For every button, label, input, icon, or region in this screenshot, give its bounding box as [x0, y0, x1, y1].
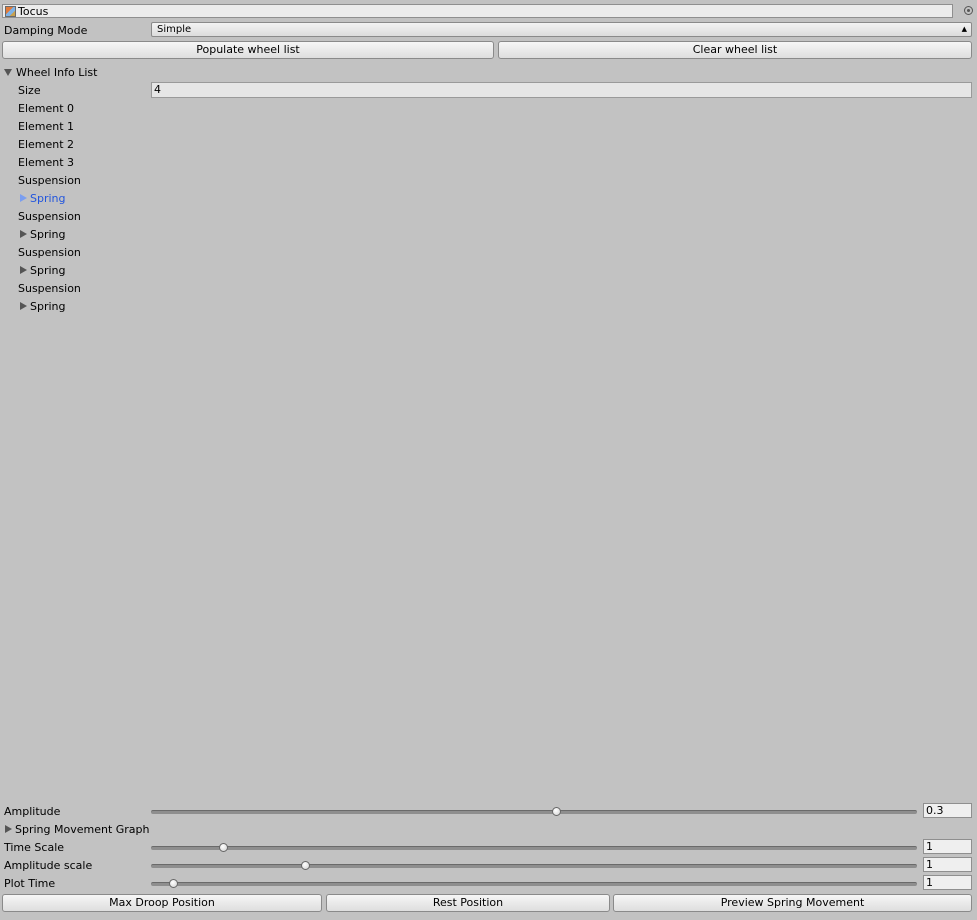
plot-time-label: Plot Time: [4, 877, 56, 890]
amplitude-input[interactable]: 0.3: [923, 803, 972, 818]
inspector-panel: Tocus Damping Mode Simple ▲ Populate whe…: [0, 0, 977, 920]
element-0-label: Element 0: [18, 102, 75, 115]
spring-label: Spring: [30, 300, 66, 313]
suspension-label: Suspension: [18, 210, 81, 223]
slider-thumb[interactable]: [218, 843, 228, 852]
element-3-label: Element 3: [18, 156, 75, 169]
dropdown-arrows-icon: ▲: [961, 25, 967, 33]
object-picker-icon[interactable]: [964, 6, 973, 15]
prefab-cube-icon: [5, 5, 16, 17]
preview-spring-movement-button[interactable]: Preview Spring Movement: [613, 894, 972, 912]
damping-mode-dropdown[interactable]: Simple ▲: [151, 22, 972, 37]
time-scale-input[interactable]: 1: [923, 839, 972, 854]
slider-thumb[interactable]: [551, 807, 561, 816]
rest-position-button[interactable]: Rest Position: [326, 894, 610, 912]
plot-time-input[interactable]: 1: [923, 875, 972, 890]
foldout-collapsed-icon: [20, 266, 27, 274]
size-input[interactable]: 4: [151, 82, 972, 98]
element-1-label: Element 1: [18, 120, 75, 133]
max-droop-position-button[interactable]: Max Droop Position: [2, 894, 322, 912]
slider-thumb[interactable]: [300, 861, 310, 870]
foldout-collapsed-icon: [20, 194, 27, 202]
foldout-collapsed-icon: [20, 302, 27, 310]
time-scale-slider[interactable]: [151, 843, 917, 852]
spring-label: Spring: [30, 228, 66, 241]
suspension-label: Suspension: [18, 174, 81, 187]
damping-mode-value: Simple: [157, 24, 192, 35]
amplitude-scale-slider[interactable]: [151, 861, 917, 870]
clear-wheel-list-button[interactable]: Clear wheel list: [498, 41, 972, 59]
plot-time-slider[interactable]: [151, 879, 917, 888]
amplitude-label: Amplitude: [4, 805, 61, 818]
populate-wheel-list-button[interactable]: Populate wheel list: [2, 41, 494, 59]
spring-label: Spring: [30, 264, 66, 277]
amplitude-scale-input[interactable]: 1: [923, 857, 972, 872]
suspension-label: Suspension: [18, 282, 81, 295]
spring-movement-graph-label: Spring Movement Graph: [15, 823, 150, 836]
object-field-row: Tocus: [0, 3, 977, 20]
object-field-value: Tocus: [18, 4, 49, 18]
foldout-expanded-icon: [4, 69, 12, 76]
suspension-label: Suspension: [18, 246, 81, 259]
amplitude-scale-label: Amplitude scale: [4, 859, 93, 872]
spring-label: Spring: [30, 192, 66, 205]
wheel-info-list-label: Wheel Info List: [16, 66, 98, 79]
object-field[interactable]: Tocus: [2, 4, 953, 18]
foldout-collapsed-icon: [20, 230, 27, 238]
slider-thumb[interactable]: [168, 879, 178, 888]
element-2-label: Element 2: [18, 138, 75, 151]
foldout-collapsed-icon: [5, 825, 12, 833]
time-scale-label: Time Scale: [4, 841, 65, 854]
amplitude-slider[interactable]: [151, 807, 917, 816]
size-label: Size: [18, 84, 41, 97]
damping-mode-label: Damping Mode: [4, 24, 88, 37]
